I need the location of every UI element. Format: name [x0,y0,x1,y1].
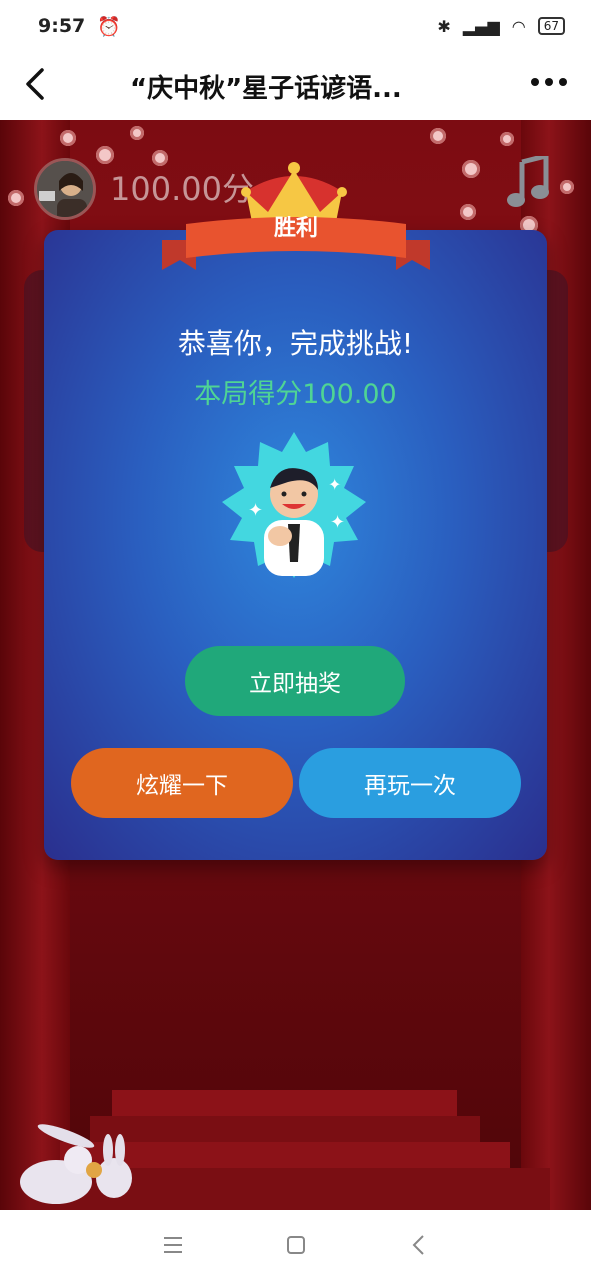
winner-character-badge: ✦ ✦ ✦ [222,432,366,578]
back-arrow-icon[interactable] [18,64,54,104]
svg-text:✦: ✦ [330,512,345,533]
menu-icon[interactable] [160,1232,186,1258]
back-icon[interactable] [406,1232,432,1258]
avatar [34,158,96,220]
status-bar: 9:57 ⏰ ✱ ▂▄▆ ◠ 67 [0,0,591,52]
bluetooth-icon: ✱ [437,16,451,36]
more-options-icon[interactable] [529,70,569,94]
status-time: 9:57 [38,15,86,37]
home-icon[interactable] [283,1232,309,1258]
svg-text:✦: ✦ [248,500,263,521]
score-display: 100.00分 [110,170,254,208]
system-nav-bar [0,1210,591,1280]
round-score: 本局得分100.00 [194,379,397,410]
wifi-icon: ◠ [511,16,526,36]
nav-bar: “庆中秋”星子话谚语... [0,52,591,120]
blossom-decoration [60,130,76,146]
draw-prize-button[interactable]: 立即抽奖 [185,646,405,716]
blossom-decoration [560,180,574,194]
alarm-icon: ⏰ [97,15,121,38]
blossom-decoration [462,160,480,178]
congrats-message: 恭喜你，完成挑战! [177,327,414,360]
blossom-decoration [96,146,114,164]
blossom-decoration [130,126,144,140]
play-again-button[interactable]: 再玩一次 [299,748,521,818]
blossom-decoration [460,204,476,220]
victory-label: 胜利 [273,216,318,241]
rabbit-decoration [20,1124,132,1204]
page-title: “庆中秋”星子话谚语... [130,73,402,104]
blossom-decoration [430,128,446,144]
signal-icon: ▂▄▆ [462,16,500,36]
battery-icon: 67 [537,17,565,35]
show-off-button[interactable]: 炫耀一下 [71,748,293,818]
svg-text:✦: ✦ [328,475,341,494]
blossom-decoration [500,132,514,146]
music-note-icon[interactable] [506,156,552,210]
blossom-decoration [8,190,24,206]
